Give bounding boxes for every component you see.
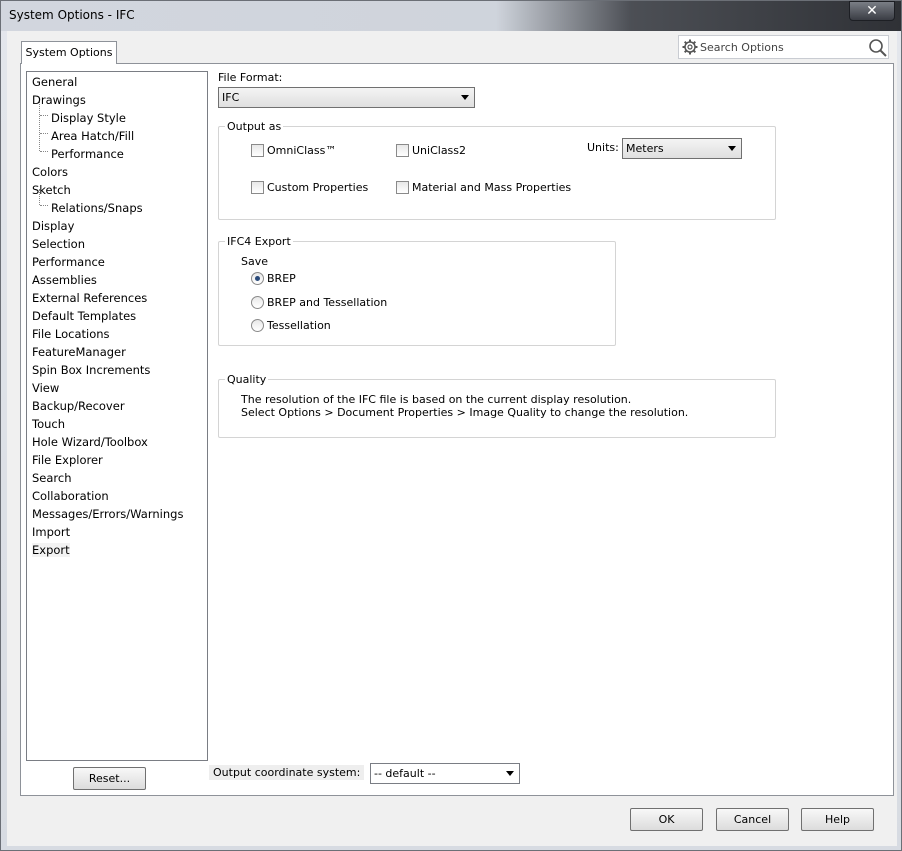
coord-system-label: Output coordinate system: [209,765,365,780]
sidebar-item[interactable]: Collaboration [32,489,109,503]
sidebar-item[interactable]: Messages/Errors/Warnings [32,507,183,521]
sidebar-item[interactable]: Hole Wizard/Toolbox [32,435,148,449]
units-dropdown[interactable]: Meters [622,138,742,159]
sidebar-item[interactable]: Default Templates [32,309,136,323]
ifc4-export-title: IFC4 Export [225,235,293,248]
radio-brep-tessellation[interactable] [251,296,264,309]
radio-brep-tessellation-label: BREP and Tessellation [267,296,388,309]
sidebar-item[interactable]: Import [32,525,70,539]
tab-system-options[interactable]: System Options [21,41,117,64]
sidebar-item[interactable]: Sketch [32,183,71,197]
quality-text-line1: The resolution of the IFC file is based … [241,393,632,406]
help-button[interactable]: Help [801,808,874,831]
ok-button[interactable]: OK [630,808,703,831]
sidebar-item[interactable]: Assemblies [32,273,97,287]
sidebar-item[interactable]: File Explorer [32,453,103,467]
coord-system-value: -- default -- [374,767,436,780]
material-mass-checkbox[interactable] [396,181,409,194]
uniclass-label: UniClass2 [412,144,467,157]
tree-connector [40,151,48,152]
sidebar-item[interactable]: Colors [32,165,68,179]
tree-connector [40,133,48,134]
close-button[interactable]: ✕ [849,1,895,21]
search-icon[interactable] [868,38,888,58]
dialog-client: System Options Search Options General Dr… [7,31,897,846]
sidebar-item[interactable]: Backup/Recover [32,399,125,413]
radio-brep[interactable] [251,272,264,285]
options-tree[interactable]: General Drawings Display Style Area Hatch/F… [26,71,208,761]
sidebar-item[interactable]: File Locations [32,327,110,341]
dialog-window: System Options - IFC ✕ System Options Se… [0,0,902,851]
sidebar-item[interactable]: FeatureManager [32,345,126,359]
radio-tessellation-label: Tessellation [267,319,331,332]
omniclass-checkbox[interactable] [251,144,264,157]
file-format-dropdown[interactable]: IFC [218,87,475,108]
cancel-button[interactable]: Cancel [716,808,789,831]
search-box[interactable]: Search Options [678,35,889,59]
units-value: Meters [626,142,664,155]
sidebar-item[interactable]: Export [32,543,70,557]
units-label: Units: [587,141,619,154]
sidebar-item[interactable]: External References [32,291,147,305]
tree-connector [40,205,48,206]
window-title: System Options - IFC [9,8,135,22]
file-format-value: IFC [222,91,240,104]
sidebar-item[interactable]: Search [32,471,72,485]
output-as-title: Output as [225,120,284,133]
sidebar-item[interactable]: Area Hatch/Fill [51,129,134,143]
sidebar-item[interactable]: Performance [32,255,105,269]
file-format-label: File Format: [218,71,283,84]
sidebar-item[interactable]: Display Style [51,111,126,125]
radio-brep-label: BREP [267,272,296,285]
sidebar-item[interactable]: Performance [51,147,124,161]
sidebar-item[interactable]: View [32,381,59,395]
title-bar: System Options - IFC ✕ [1,1,901,31]
radio-tessellation[interactable] [251,319,264,332]
sidebar-item[interactable]: Display [32,219,74,233]
sidebar-item[interactable]: Relations/Snaps [51,201,143,215]
chevron-down-icon [461,95,469,100]
custom-properties-checkbox[interactable] [251,181,264,194]
sidebar-item[interactable]: Spin Box Increments [32,363,150,377]
reset-button[interactable]: Reset... [73,767,146,790]
omniclass-label: OmniClass™ [267,144,337,157]
chevron-down-icon [728,146,736,151]
uniclass-checkbox[interactable] [396,144,409,157]
material-mass-label: Material and Mass Properties [412,181,572,194]
tree-connector [40,115,48,116]
search-input[interactable]: Search Options [700,41,784,54]
sidebar-item[interactable]: Drawings [32,93,86,107]
save-label: Save [241,255,269,268]
gear-icon[interactable] [682,39,698,55]
quality-title: Quality [225,373,269,386]
sidebar-item[interactable]: Touch [32,417,65,431]
quality-text-line2: Select Options > Document Properties > I… [241,406,689,419]
sidebar-item[interactable]: Selection [32,237,85,251]
sidebar-item[interactable]: General [32,75,77,89]
custom-properties-label: Custom Properties [267,181,369,194]
chevron-down-icon [506,771,514,776]
coord-system-dropdown[interactable]: -- default -- [370,763,520,784]
